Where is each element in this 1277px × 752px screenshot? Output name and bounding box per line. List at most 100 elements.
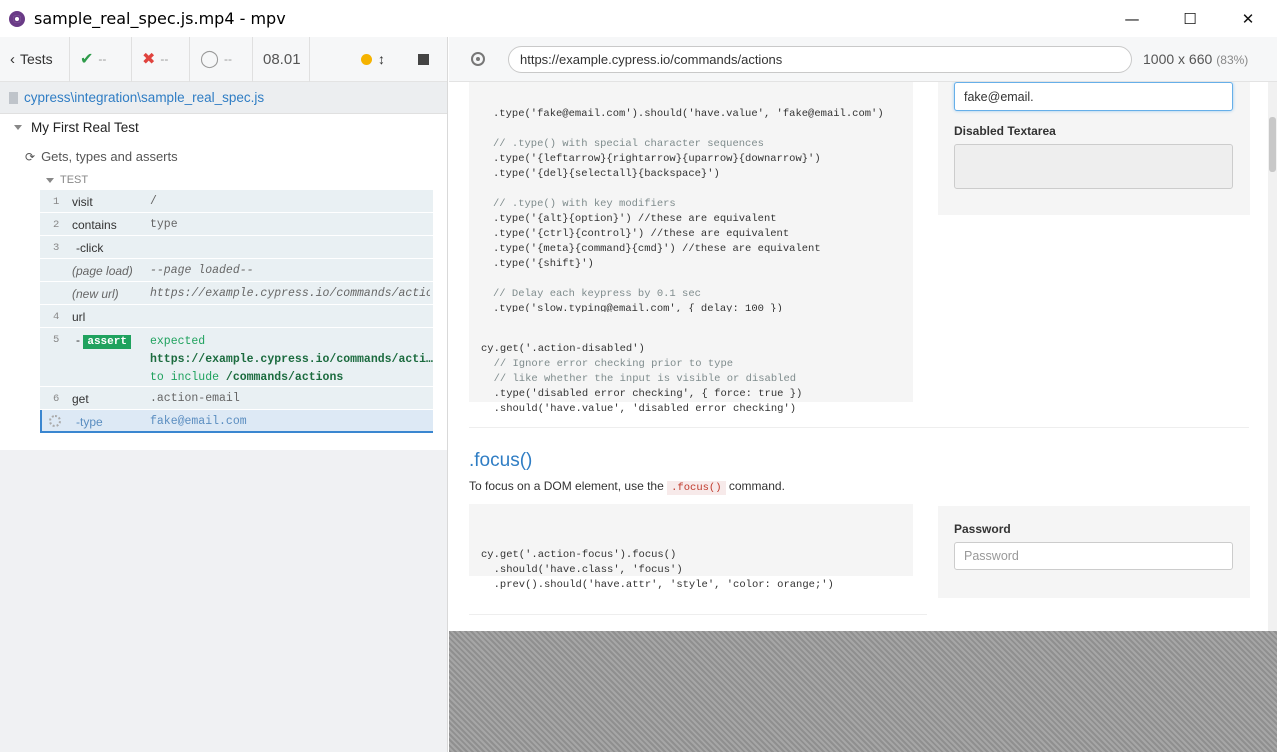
command-name: -click [76,241,104,255]
focus-heading: .focus() [469,450,533,471]
test-section-label[interactable]: TEST [46,174,88,186]
assert-badge: assert [83,335,131,349]
viewport-zoom: (83%) [1216,53,1249,67]
x-icon: ✖ [142,51,156,68]
aut-background [449,631,1277,752]
code-line: .should('have.value', 'disabled error ch… [481,403,797,415]
window-title: sample_real_spec.js.mp4 - mpv [34,9,286,28]
refresh-icon: ⟳ [25,149,36,164]
command-message: https://example.cypress.io/commands/acti… [150,287,430,300]
maximize-button[interactable]: ☐ [1161,0,1219,37]
running-indicator-icon [361,53,372,65]
pending-circle-icon: ◯ [200,49,220,68]
pending-count: ◯ -- [190,36,253,82]
suite-title[interactable]: My First Real Test [14,120,139,135]
window-controls: — ☐ ✕ [1103,0,1277,37]
command-number: 4 [53,311,60,323]
minimize-button[interactable]: — [1103,0,1161,37]
command-message: .action-email [150,392,240,405]
suite-title-text: My First Real Test [31,120,139,135]
command-message: fake@email.com [150,415,247,428]
code-line: .type('disabled error checking', { force… [481,388,803,400]
passed-value: -- [98,52,107,66]
url-display[interactable]: https://example.cypress.io/commands/acti… [508,45,1132,73]
command-name: visit [72,195,93,209]
code-line: .type('fake@email.com').should('have.val… [493,108,884,120]
command-row[interactable]: 3 -click [40,236,433,259]
viewport-info[interactable]: 1000 x 660 (83%) [1143,51,1248,67]
email-input[interactable]: fake@email. [954,82,1233,111]
spinner-icon [49,415,61,427]
assert-row[interactable]: 5 - assert expected https://example.cypr… [40,328,433,387]
window-titlebar: sample_real_spec.js.mp4 - mpv — ☐ ✕ [0,0,1277,37]
pending-value: -- [224,52,233,66]
command-row-active[interactable]: -type fake@email.com [40,410,433,433]
reporter-header: ‹ Tests ✔ -- ✖ -- ◯ -- 08.01 ↕ [0,36,447,82]
test-section-text: TEST [60,174,89,186]
command-row[interactable]: 4 url [40,305,433,328]
command-row-event[interactable]: (new url) https://example.cypress.io/com… [40,282,433,305]
code-line: .type('{meta}{command}{cmd}') //these ar… [493,243,821,255]
reporter-controls: ↕ [351,37,447,82]
section-divider [469,614,927,615]
command-message: / [150,195,157,208]
command-message: type [150,218,178,231]
section-divider [469,427,1249,428]
viewport-size: 1000 x 660 [1143,51,1213,67]
code-line: // .type() with key modifiers [493,198,676,210]
assert-line-2: https://example.cypress.io/commands/acti… [150,353,433,366]
disabled-code-block: cy.get('.action-disabled') // Ignore err… [469,312,913,415]
assert-line-3-value: /commands/actions [225,371,344,384]
selector-playground-icon[interactable] [471,52,485,66]
spec-path: cypress\integration\sample_real_spec.js [24,90,265,105]
file-icon [9,91,18,104]
failed-value: -- [160,52,169,66]
app-under-test: .type('fake@email.com').should('have.val… [449,82,1277,631]
code-line: // like whether the input is visible or … [481,373,797,385]
duration-timer: 08.01 [253,36,310,82]
command-name: get [72,392,89,406]
code-line: cy.get('.action-disabled') [481,343,645,355]
tests-button[interactable]: ‹ Tests [0,36,70,82]
command-name: -type [76,415,103,429]
code-line: // .type() with special character sequen… [493,138,764,150]
command-number: 6 [53,393,60,405]
check-icon: ✔ [80,51,94,68]
command-row-event[interactable]: (page load) --page loaded-- [40,259,433,282]
command-message: --page loaded-- [150,264,254,277]
spec-file-bar[interactable]: cypress\integration\sample_real_spec.js [0,82,447,114]
command-row[interactable]: 6 get .action-email [40,387,433,410]
test-title-text: Gets, types and asserts [41,149,178,164]
command-row[interactable]: 1 visit / [40,190,433,213]
caret-down-icon [14,125,22,130]
command-number: 3 [53,242,60,254]
caret-down-icon [46,177,54,183]
focus-desc-post: command. [728,479,785,493]
password-input[interactable]: Password [954,542,1233,570]
command-row[interactable]: 2 contains type [40,213,433,236]
close-button[interactable]: ✕ [1219,0,1277,37]
reporter-panel: ‹ Tests ✔ -- ✖ -- ◯ -- 08.01 ↕ cypress\i… [0,36,448,752]
code-line: .type('{ctrl}{control}') //these are equ… [493,228,790,240]
password-label: Password [954,522,1011,536]
test-tree: My First Real Test ⟳ Gets, types and ass… [0,114,447,450]
scrollbar-thumb[interactable] [1269,117,1276,172]
code-line: .prev().should('have.attr', 'style', 'co… [481,579,834,591]
aut-scrollbar[interactable] [1268,82,1277,631]
code-line: // Ignore error checking prior to type [481,358,734,370]
code-line: .type('{del}{selectall}{backspace}') [493,168,720,180]
disabled-textarea-label: Disabled Textarea [954,124,1056,138]
assert-line-1: expected [150,335,206,348]
command-log: 1 visit / 2 contains type 3 -click (page… [40,190,433,433]
test-title[interactable]: ⟳ Gets, types and asserts [25,149,178,164]
assert-message: expected https://example.cypress.io/comm… [150,333,433,387]
command-name: (new url) [72,287,119,301]
command-name: contains [72,218,117,232]
stop-icon[interactable] [418,53,429,65]
focus-code-block: cy.get('.action-focus').focus() .should(… [469,504,913,591]
auto-scroll-icon[interactable]: ↕ [378,51,385,67]
mpv-app-icon [9,10,25,27]
